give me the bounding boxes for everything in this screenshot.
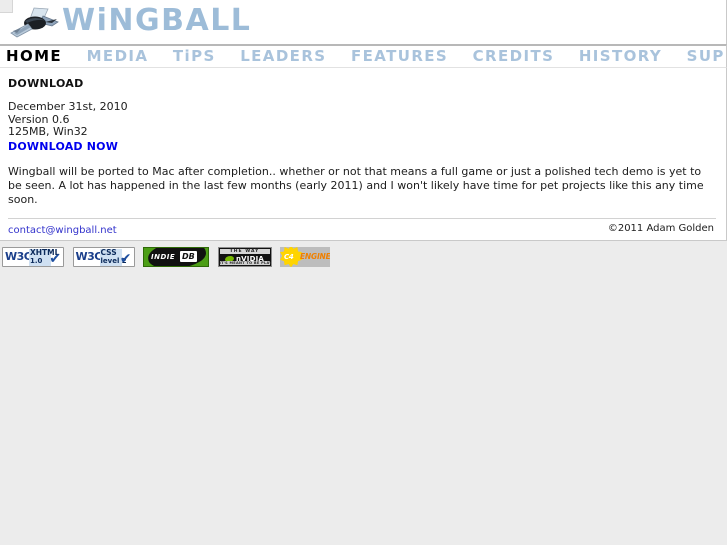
main-content-panel: DOWNLOAD December 31st, 2010 Version 0.6… <box>0 68 727 241</box>
contact-email-link[interactable]: contact@wingball.net <box>8 225 117 236</box>
release-date-text: December 31st, 2010 <box>8 100 128 113</box>
nvidia-top-label: THE WAY <box>219 248 270 254</box>
c4-mark-label: C4 <box>284 252 294 261</box>
c4-engine-label: ENGINE <box>300 251 330 261</box>
w3c-css-line2: level 2 <box>100 256 127 265</box>
indiedb-word-label: INDIE <box>151 252 176 261</box>
checkmark-icon: ✔ <box>49 250 61 267</box>
page-title: DOWNLOAD <box>8 77 84 90</box>
c4-engine-badge[interactable]: C4 ENGINE <box>280 246 330 267</box>
site-header: WiNGBALL <box>0 0 727 44</box>
plane-logo-icon <box>8 6 64 40</box>
content-footer: contact@wingball.net ©2011 Adam Golden <box>8 217 716 240</box>
w3c-logo-icon: W3C <box>75 249 103 263</box>
w3c-xhtml-line2: 1.0 <box>30 256 43 265</box>
w3c-xhtml-label: XHTML 1.0 <box>29 247 60 266</box>
nav-item-features[interactable]: FEATURES <box>351 46 448 67</box>
nav-item-support[interactable]: SUPPORT <box>687 46 726 67</box>
download-now-link[interactable]: DOWNLOAD NOW <box>8 140 118 153</box>
w3c-css-label: CSS level 2 <box>99 247 127 266</box>
w3c-css-validator-badge[interactable]: W3C CSS level 2 ✔ <box>72 246 135 267</box>
nav-item-media[interactable]: MEDIA <box>87 46 149 67</box>
site-wordmark: WiNGBALL <box>62 3 252 38</box>
announcement-paragraph: Wingball will be ported to Mac after com… <box>8 164 704 206</box>
nav-item-tips[interactable]: TiPS <box>173 46 216 67</box>
nav-item-history[interactable]: HISTORY <box>579 46 662 67</box>
indiedb-badge[interactable]: INDIE DB <box>143 246 209 267</box>
indiedb-db-label: DB <box>180 250 197 262</box>
w3c-xhtml-line1: XHTML <box>30 247 60 257</box>
w3c-xhtml-validator-badge[interactable]: W3C XHTML 1.0 ✔ <box>2 246 64 267</box>
nav-item-home[interactable]: HOME <box>6 46 62 67</box>
main-navigation: HOME MEDIA TiPS LEADERS FEATURES CREDITS… <box>0 44 727 68</box>
nav-item-credits[interactable]: CREDITS <box>473 46 555 67</box>
checkmark-icon: ✔ <box>119 250 132 267</box>
w3c-logo-icon: W3C <box>5 249 32 263</box>
nav-item-leaders[interactable]: LEADERS <box>240 46 326 67</box>
copyright-text: ©2011 Adam Golden <box>607 222 714 234</box>
page-shell: WiNGBALL HOME MEDIA TiPS LEADERS FEATURE… <box>0 0 727 275</box>
version-text: Version 0.6 <box>8 112 70 126</box>
nvidia-twimtbp-badge[interactable]: THE WAY nVIDIA IT'S MEANT TO BE PLAYED <box>217 246 272 267</box>
size-platform-text: 125MB, Win32 <box>8 125 88 138</box>
w3c-css-line1: CSS <box>100 247 117 257</box>
badge-strip: W3C XHTML 1.0 ✔ W3C CSS level 2 ✔ INDIE … <box>0 240 727 275</box>
nvidia-bottom-label: IT'S MEANT TO BE PLAYED <box>219 260 271 265</box>
